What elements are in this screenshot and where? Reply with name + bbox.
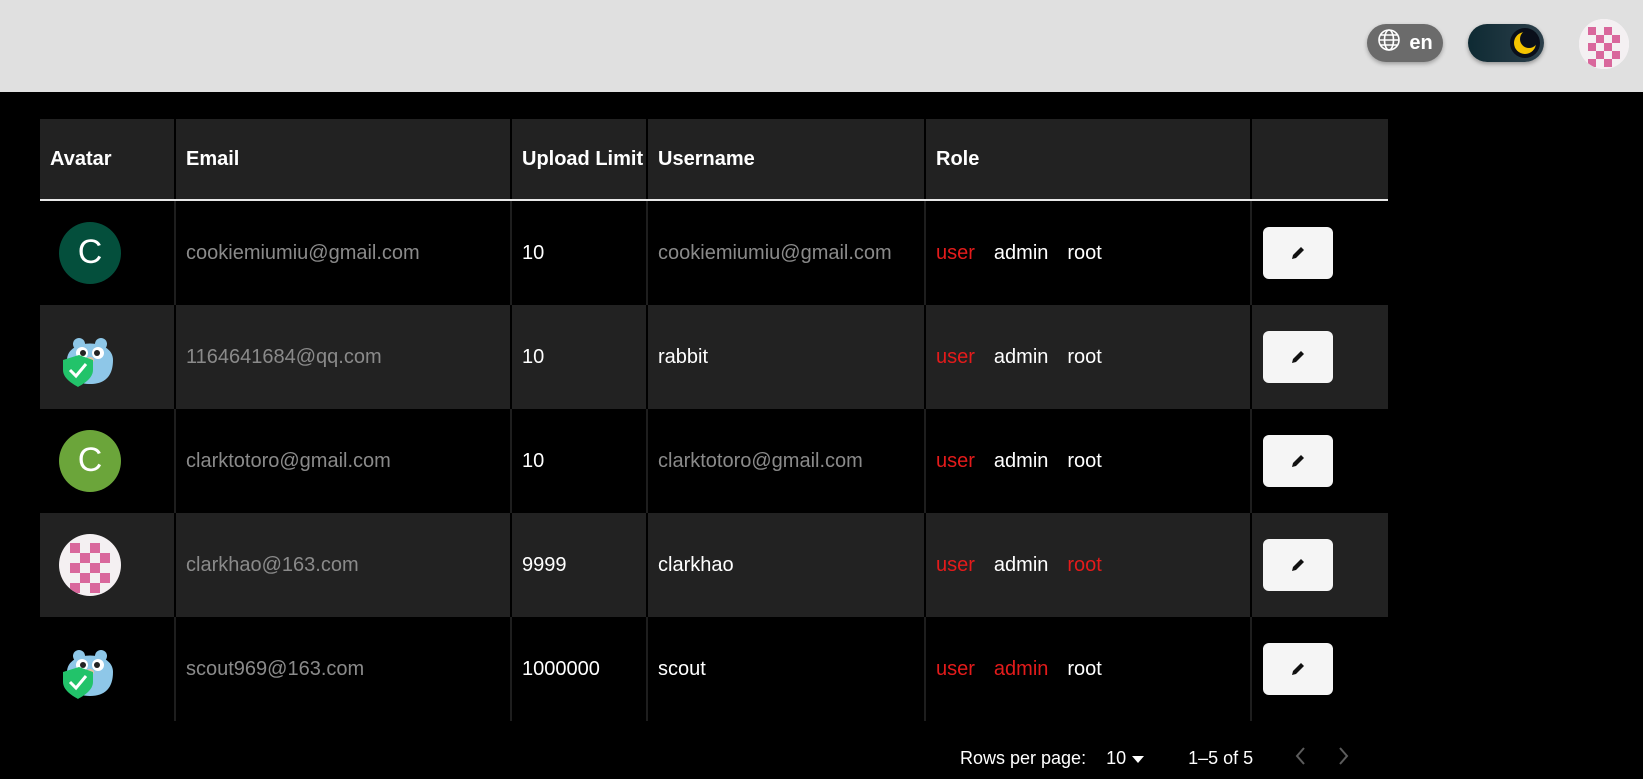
theme-toggle[interactable]	[1468, 24, 1544, 62]
username-cell: clarktotoro@gmail.com	[648, 409, 926, 513]
rows-per-page-select[interactable]: 10	[1106, 747, 1145, 769]
column-header-avatar: Avatar	[40, 119, 176, 199]
pencil-icon	[1292, 559, 1304, 571]
edit-button[interactable]	[1263, 331, 1333, 383]
caret-down-icon	[1132, 748, 1145, 769]
role-option-admin[interactable]: admin	[994, 239, 1048, 268]
role-option-root[interactable]: root	[1067, 655, 1101, 684]
username-cell: rabbit	[648, 305, 926, 409]
column-header-actions	[1252, 119, 1388, 199]
rows-per-page-value: 10	[1106, 747, 1127, 768]
username-cell: clarkhao	[648, 513, 926, 617]
role-option-root[interactable]: root	[1067, 343, 1101, 372]
table-row: scout969@163.com 1000000 scout user admin roo…	[40, 617, 1388, 721]
email-cell: cookiemiumiu@gmail.com	[176, 201, 512, 305]
upload-limit-cell: 10	[512, 409, 648, 513]
email-cell: clarktotoro@gmail.com	[176, 409, 512, 513]
role-option-admin[interactable]: admin	[994, 655, 1048, 684]
role-cell: user admin root	[926, 617, 1252, 721]
table-row: Ccookiemiumiu@gmail.com 10 cookiemiumiu@gm…	[40, 201, 1388, 305]
upload-limit-cell: 9999	[512, 513, 648, 617]
globe-icon	[1377, 28, 1401, 58]
action-cell	[1252, 513, 1388, 617]
rows-per-page-label: Rows per page:	[960, 747, 1087, 768]
role-option-user[interactable]: user	[936, 655, 975, 684]
email-cell: clarkhao@163.com	[176, 513, 512, 617]
checker-avatar	[59, 534, 121, 596]
pencil-icon	[1292, 663, 1304, 675]
pencil-icon	[1292, 247, 1304, 259]
role-cell: user admin root	[926, 305, 1252, 409]
column-header-role: Role	[926, 119, 1252, 199]
role-option-user[interactable]: user	[936, 343, 975, 372]
table-row: clarkhao@163.com 9999 clarkhao user admin roo…	[40, 513, 1388, 617]
upload-limit-cell: 10	[512, 201, 648, 305]
pencil-icon	[1292, 455, 1304, 467]
chevron-left-icon	[1295, 746, 1305, 765]
action-cell	[1252, 617, 1388, 721]
pencil-icon	[1292, 351, 1304, 363]
edit-button[interactable]	[1263, 643, 1333, 695]
avatar-cell: C	[40, 409, 176, 513]
upload-limit-cell: 10	[512, 305, 648, 409]
role-option-root[interactable]: root	[1067, 551, 1101, 580]
email-cell: scout969@163.com	[176, 617, 512, 721]
role-cell: user admin root	[926, 513, 1252, 617]
upload-limit-cell: 1000000	[512, 617, 648, 721]
avatar-cell: C	[40, 201, 176, 305]
column-header-email: Email	[176, 119, 512, 199]
table-pagination: Rows per page: 10 1–5 of 5	[960, 744, 1380, 772]
table-row: 1164641684@qq.com 10 rabbit user admin root	[40, 305, 1388, 409]
role-option-admin[interactable]: admin	[994, 447, 1048, 476]
pagination-range: 1–5 of 5	[1188, 747, 1254, 768]
action-cell	[1252, 201, 1388, 305]
chevron-right-icon	[1339, 746, 1349, 765]
next-page-button[interactable]	[1337, 745, 1351, 772]
column-header-username: Username	[648, 119, 926, 199]
username-cell: cookiemiumiu@gmail.com	[648, 201, 926, 305]
language-button[interactable]: en	[1367, 24, 1443, 62]
avatar-cell	[40, 305, 176, 409]
table-header-row: Avatar Email Upload Limit Username Role	[40, 119, 1388, 201]
users-table: Avatar Email Upload Limit Username Role …	[40, 119, 1388, 721]
role-option-root[interactable]: root	[1067, 447, 1101, 476]
avatar-cell	[40, 617, 176, 721]
role-option-user[interactable]: user	[936, 239, 975, 268]
gopher-avatar	[59, 638, 121, 700]
table-body: Ccookiemiumiu@gmail.com 10 cookiemiumiu@gm…	[40, 201, 1388, 721]
action-cell	[1252, 305, 1388, 409]
user-avatar[interactable]	[1579, 19, 1629, 69]
role-cell: user admin root	[926, 201, 1252, 305]
edit-button[interactable]	[1263, 539, 1333, 591]
edit-button[interactable]	[1263, 435, 1333, 487]
role-option-root[interactable]: root	[1067, 239, 1101, 268]
column-header-upload-limit: Upload Limit	[512, 119, 648, 199]
edit-button[interactable]	[1263, 227, 1333, 279]
username-cell: scout	[648, 617, 926, 721]
language-label: en	[1409, 31, 1433, 54]
email-cell: 1164641684@qq.com	[176, 305, 512, 409]
top-app-bar: en	[0, 0, 1643, 92]
role-option-admin[interactable]: admin	[994, 343, 1048, 372]
role-option-user[interactable]: user	[936, 447, 975, 476]
role-option-user[interactable]: user	[936, 551, 975, 580]
avatar-cell	[40, 513, 176, 617]
action-cell	[1252, 409, 1388, 513]
table-row: Cclarktotoro@gmail.com 10 clarktotoro@gmai…	[40, 409, 1388, 513]
previous-page-button[interactable]	[1293, 745, 1307, 772]
role-cell: user admin root	[926, 409, 1252, 513]
gopher-avatar	[59, 326, 121, 388]
letter-avatar: C	[59, 222, 121, 284]
moon-icon	[1510, 28, 1540, 58]
letter-avatar: C	[59, 430, 121, 492]
role-option-admin[interactable]: admin	[994, 551, 1048, 580]
